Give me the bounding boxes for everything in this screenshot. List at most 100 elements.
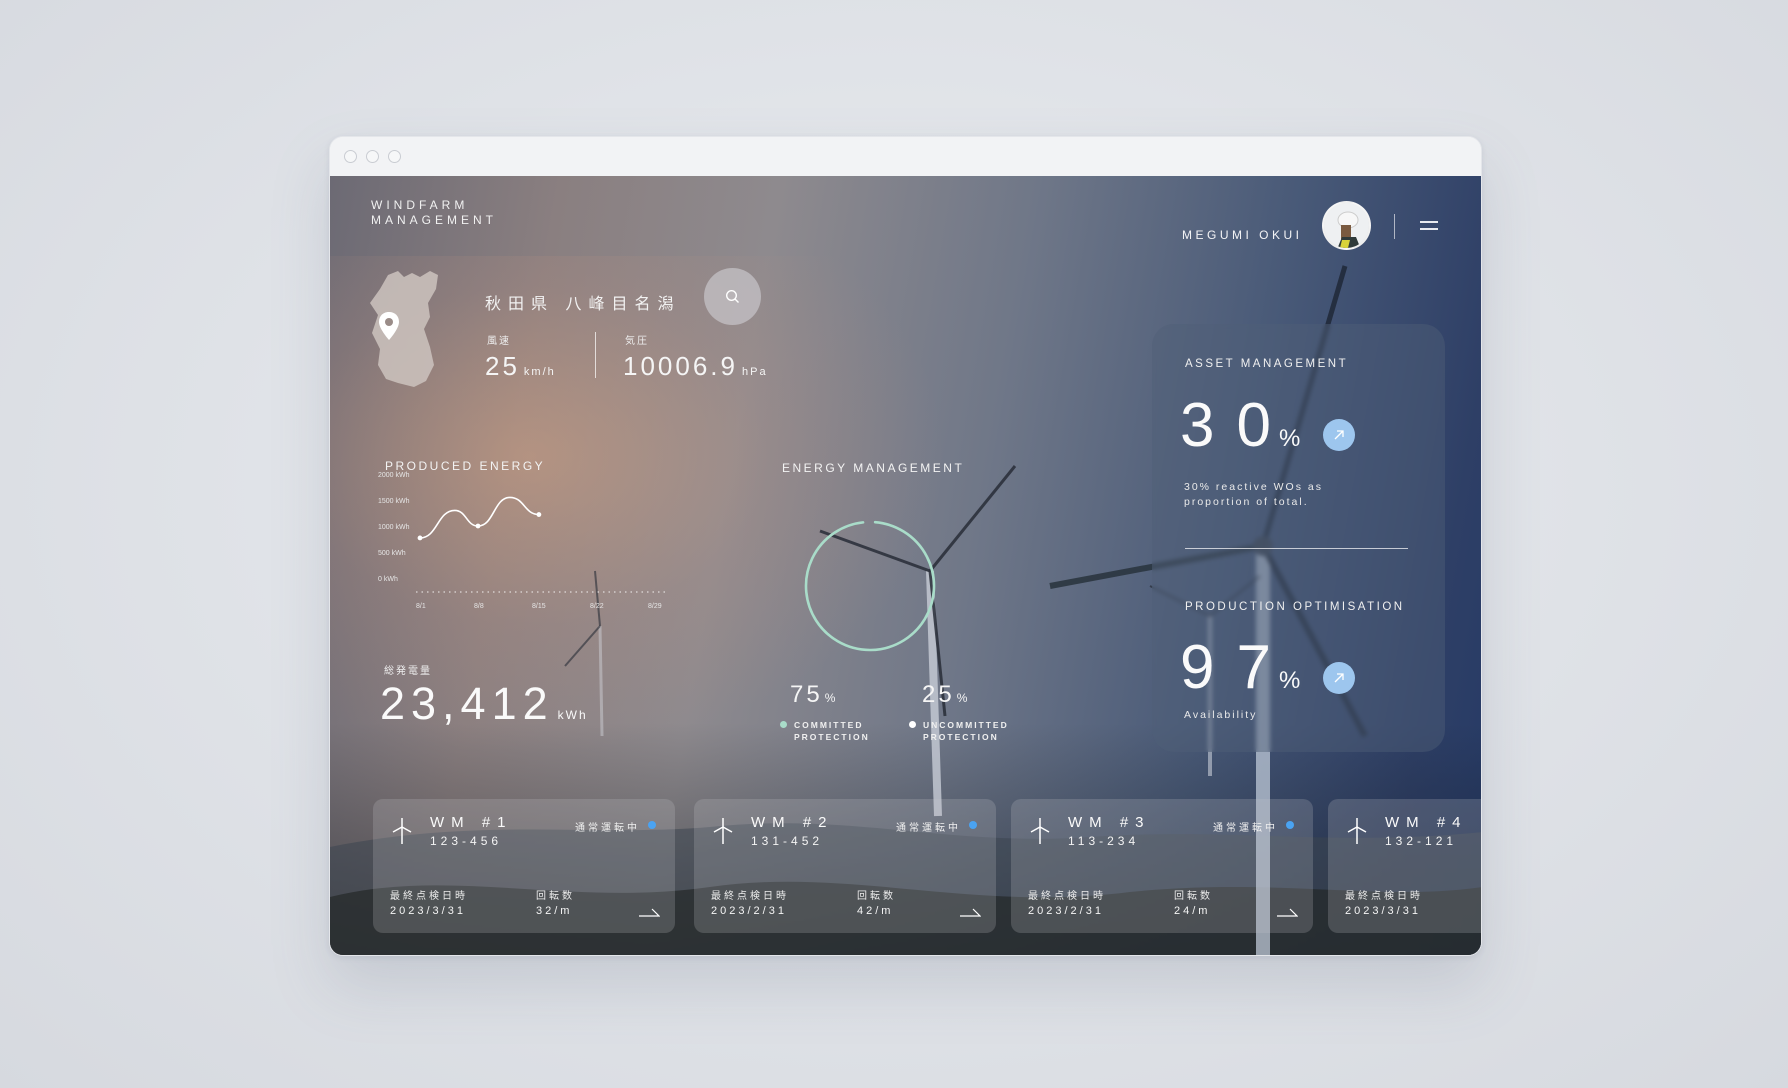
- menu-icon[interactable]: [1420, 221, 1438, 230]
- y-tick-label: 0 kWh: [378, 576, 398, 583]
- committed-arc: [804, 520, 936, 652]
- energy-ring-chart[interactable]: [800, 516, 940, 656]
- turbine-card[interactable]: WM #4 132-121 最終点検日時 2023/3/31: [1328, 799, 1481, 933]
- turbine-name: WM #1: [430, 814, 513, 831]
- window-titlebar: [330, 137, 1481, 176]
- logo-line2: MANAGEMENT: [371, 213, 498, 227]
- production-optimisation-link-button[interactable]: [1323, 662, 1355, 694]
- window-close-button[interactable]: [344, 150, 357, 163]
- turbine-icon: [392, 818, 412, 844]
- turbine-status: 通常運転中: [1213, 823, 1278, 834]
- uncommitted-bullet: [909, 721, 916, 728]
- header-divider: [1394, 214, 1395, 239]
- rpm-label: 回転数: [536, 891, 575, 902]
- last-check-label: 最終点検日時: [1028, 891, 1106, 902]
- window-minimize-button[interactable]: [366, 150, 379, 163]
- x-tick-label: 8/1: [416, 603, 426, 610]
- produced-energy-chart[interactable]: 2000 kWh 1500 kWh 1000 kWh 500 kWh 0 kWh 8/1 8…: [378, 466, 678, 621]
- arrow-up-right-icon: [1334, 673, 1344, 683]
- turbine-status: 通常運転中: [896, 823, 961, 834]
- committed-line1: COMMITTED: [794, 720, 864, 730]
- committed-percent: 75%: [790, 681, 838, 709]
- search-icon: [725, 289, 739, 303]
- asset-management-title: ASSET MANAGEMENT: [1185, 358, 1349, 370]
- turbine-name: WM #4: [1385, 814, 1468, 831]
- turbine-icon: [713, 818, 733, 844]
- kpi-panel: ASSET MANAGEMENT 30% 30% reactive WOs as…: [1152, 324, 1445, 752]
- wind-speed-value: 25 km/h: [485, 351, 556, 382]
- production-optimisation-title: PRODUCTION OPTIMISATION: [1185, 601, 1405, 613]
- pressure-unit: hPa: [741, 366, 768, 378]
- search-button[interactable]: [704, 268, 761, 325]
- rpm-value: 32/m: [536, 905, 573, 917]
- asset-management-unit: %: [1278, 425, 1301, 452]
- y-tick-label: 1500 kWh: [378, 498, 410, 505]
- last-check-value: 2023/3/31: [1345, 905, 1421, 917]
- production-optimisation-value: 97%: [1180, 632, 1300, 703]
- rpm-value: 42/m: [857, 905, 894, 917]
- wind-speed-unit: km/h: [523, 366, 556, 378]
- rpm-label: 回転数: [1174, 891, 1213, 902]
- turbine-card[interactable]: WM #2 131-452 通常運転中 最終点検日時 2023/2/31 回転数…: [694, 799, 996, 933]
- turbine-status: 通常運転中: [575, 823, 640, 834]
- last-check-label: 最終点検日時: [711, 891, 789, 902]
- committed-unit: %: [824, 691, 839, 705]
- turbine-code: 123-456: [430, 834, 503, 848]
- avatar[interactable]: [1322, 201, 1371, 250]
- x-tick-label: 8/29: [648, 603, 662, 610]
- series-line: [419, 496, 539, 539]
- app-window: WINDFARM MANAGEMENT MEGUMI OKUI 秋田県 八峰目名…: [329, 136, 1482, 956]
- turbine-code: 132-121: [1385, 834, 1458, 848]
- turbine-card[interactable]: WM #1 123-456 通常運転中 最終点検日時 2023/3/31 回転数…: [373, 799, 675, 933]
- production-optimisation-number: 97: [1180, 633, 1293, 702]
- y-tick-label: 2000 kWh: [378, 472, 410, 479]
- data-point: [417, 535, 423, 541]
- committed-legend: COMMITTED PROTECTION: [780, 719, 870, 743]
- logo-line1: WINDFARM: [371, 198, 469, 212]
- y-tick-label: 1000 kWh: [378, 524, 410, 531]
- turbine-card[interactable]: WM #3 113-234 通常運転中 最終点検日時 2023/2/31 回転数…: [1011, 799, 1313, 933]
- window-maximize-button[interactable]: [388, 150, 401, 163]
- turbine-name: WM #3: [1068, 814, 1151, 831]
- uncommitted-line1: UNCOMMITTED: [923, 720, 1009, 730]
- turbine-name: WM #2: [751, 814, 834, 831]
- total-energy-unit: kWh: [557, 708, 588, 722]
- asset-management-link-button[interactable]: [1323, 419, 1355, 451]
- wind-speed-label: 風速: [487, 336, 511, 347]
- y-tick-label: 500 kWh: [378, 550, 406, 557]
- app-logo[interactable]: WINDFARM MANAGEMENT: [371, 198, 497, 228]
- committed-number: 75: [790, 681, 823, 708]
- asset-note-line1: 30% reactive WOs as: [1184, 481, 1323, 493]
- metric-divider: [595, 332, 596, 378]
- turbine-icon: [1030, 818, 1050, 844]
- arrow-right-icon[interactable]: [959, 907, 981, 917]
- total-energy-label: 総発電量: [384, 666, 432, 677]
- location-name: 秋田県 八峰目名潟: [485, 296, 681, 313]
- arrow-right-icon[interactable]: [1276, 907, 1298, 917]
- x-tick-label: 8/22: [590, 603, 604, 610]
- last-check-value: 2023/2/31: [711, 905, 787, 917]
- pressure-number: 10006.9: [623, 351, 738, 381]
- asset-management-note: 30% reactive WOs as proportion of total.: [1184, 480, 1323, 510]
- dashboard-screen: WINDFARM MANAGEMENT MEGUMI OKUI 秋田県 八峰目名…: [330, 176, 1481, 955]
- user-name[interactable]: MEGUMI OKUI: [1182, 228, 1303, 242]
- status-dot: [648, 821, 656, 829]
- turbine-code: 113-234: [1068, 834, 1140, 848]
- panel-divider: [1185, 548, 1408, 549]
- location-pin-icon: [379, 312, 399, 340]
- arrow-right-icon[interactable]: [638, 907, 660, 917]
- rpm-value: 24/m: [1174, 905, 1211, 917]
- x-tick-label: 8/8: [474, 603, 484, 610]
- uncommitted-line2: PROTECTION: [923, 732, 999, 742]
- last-check-label: 最終点検日時: [1345, 891, 1423, 902]
- production-optimisation-note: Availability: [1184, 709, 1258, 721]
- total-energy-number: 23,412: [380, 678, 554, 729]
- last-check-value: 2023/3/31: [390, 905, 466, 917]
- pressure-value: 10006.9 hPa: [623, 351, 768, 382]
- wind-speed-number: 25: [485, 351, 520, 381]
- data-point: [536, 512, 542, 517]
- asset-note-line2: proportion of total.: [1184, 496, 1309, 508]
- asset-management-value: 30%: [1180, 390, 1300, 461]
- asset-management-number: 30: [1180, 391, 1293, 460]
- last-check-value: 2023/2/31: [1028, 905, 1104, 917]
